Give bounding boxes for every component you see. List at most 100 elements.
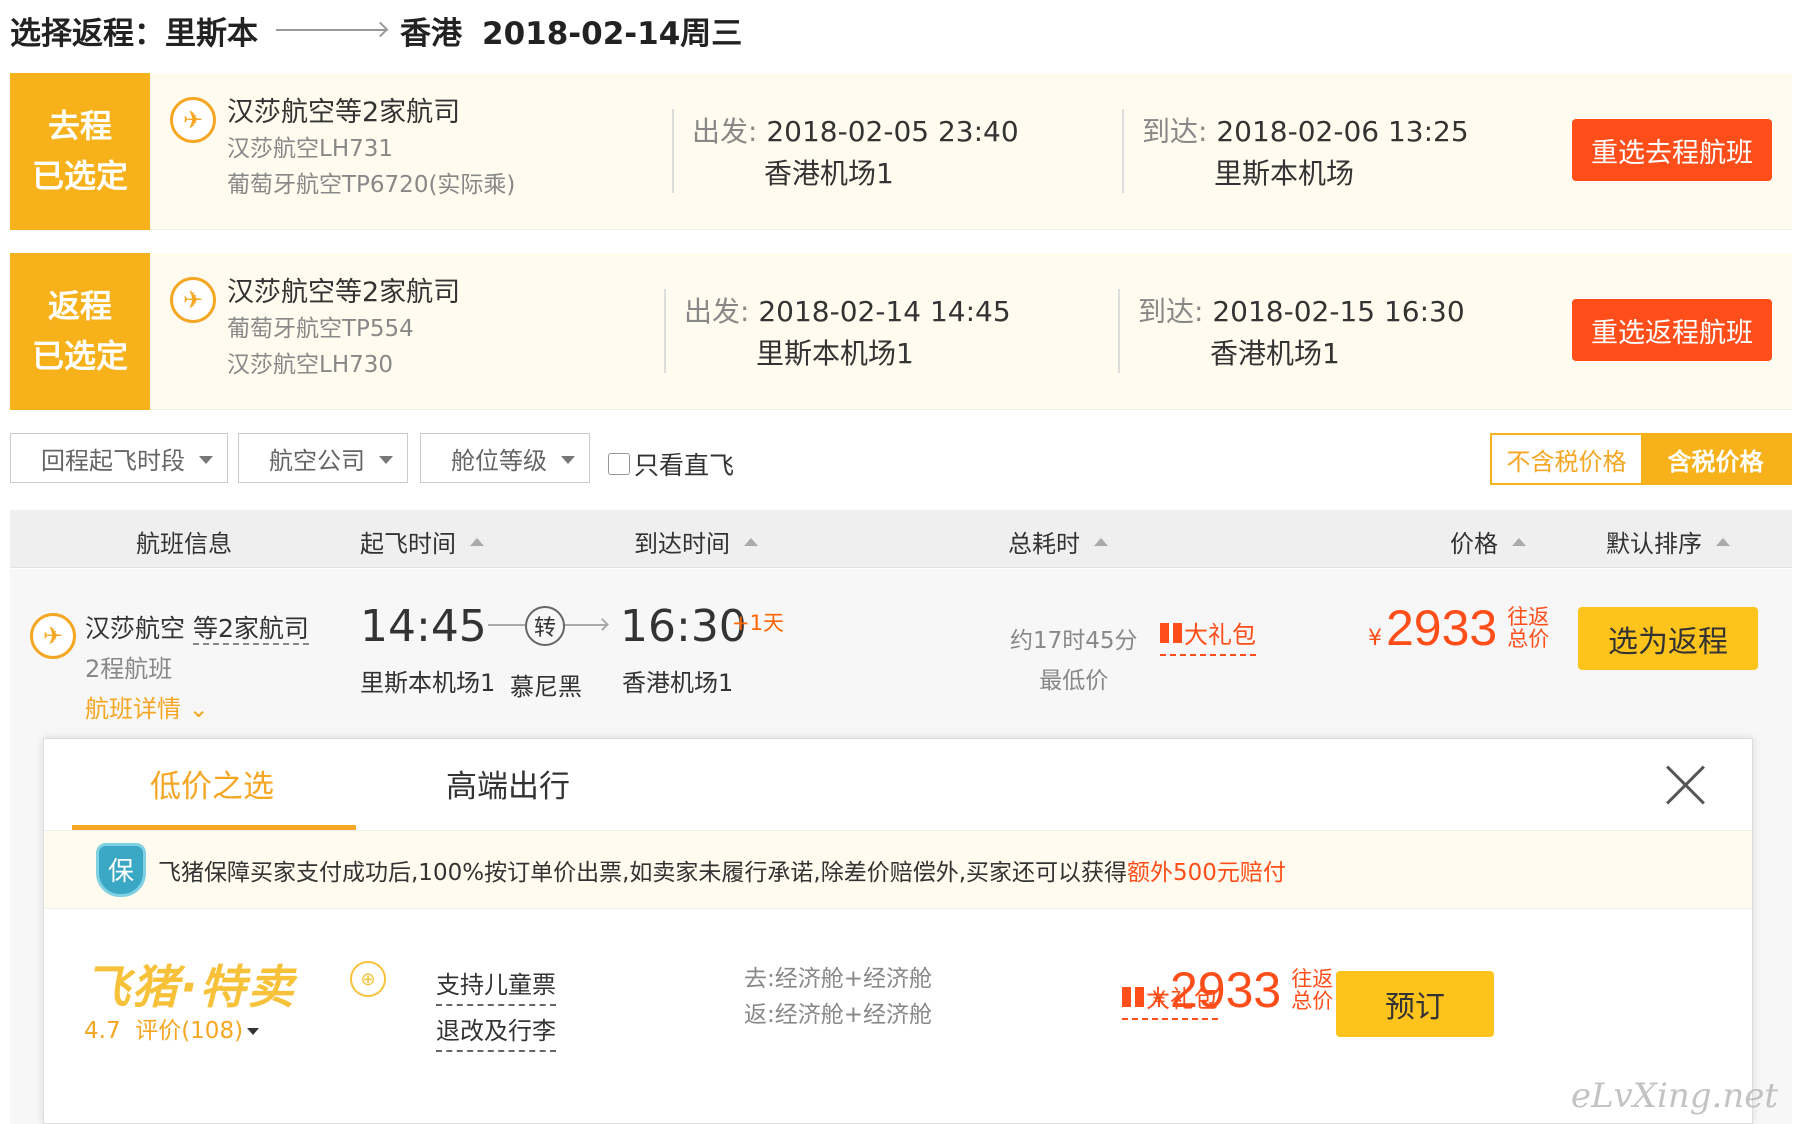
tax-price-toggle: 不含税价格 含税价格 — [1490, 433, 1792, 485]
result-arr-time: 16:30 — [620, 601, 747, 652]
reselect-outbound-button[interactable]: 重选去程航班 — [1572, 119, 1772, 181]
departure-airport: 香港机场1 — [764, 157, 894, 190]
sort-default[interactable]: 默认排序 — [1606, 524, 1730, 559]
page-title: 选择返程： 里斯本 香港 2018-02-14周三 — [10, 8, 742, 52]
divider — [672, 109, 674, 193]
selected-outbound-row: 去程 已选定 ✈ 汉莎航空等2家航司 汉莎航空LH731 葡萄牙航空TP6720… — [10, 73, 1792, 230]
sort-dep-time[interactable]: 起飞时间 — [360, 524, 484, 559]
gift-icon — [1160, 622, 1182, 643]
results-column-header: 航班信息 起飞时间 到达时间 总耗时 价格 默认排序 — [10, 510, 1792, 568]
return-selected-tag: 返程 已选定 — [10, 253, 150, 410]
destination-city: 香港 — [400, 15, 462, 52]
gift-package-link[interactable]: 大礼包 — [1160, 615, 1256, 656]
checkbox-icon[interactable] — [608, 453, 630, 475]
airline-more-link[interactable]: 等2家航司 — [192, 614, 309, 645]
next-day-badge: +1天 — [732, 611, 784, 635]
fare-options-panel: 低价之选 高端出行 保 飞猪保障买家支付成功后,100%按订单价出票,如卖家未履… — [43, 738, 1753, 1124]
caret-down-icon — [247, 1028, 260, 1035]
outbound-arrival: 到达: 2018-02-06 13:25 里斯本机场 — [1142, 111, 1469, 195]
price-incl-tax-option[interactable]: 含税价格 — [1641, 435, 1790, 483]
arrival-time: 2018-02-06 13:25 — [1216, 115, 1469, 148]
fare-tabs: 低价之选 高端出行 — [44, 739, 1752, 831]
sort-up-icon — [1512, 537, 1526, 546]
return-airline-info: 汉莎航空等2家航司 葡萄牙航空TP554 汉莎航空LH730 — [227, 275, 460, 383]
offer-price: ¥ 2933 往返 总价 — [1152, 962, 1334, 1018]
sort-up-icon — [1094, 537, 1108, 546]
airline-logo-icon: ✈ — [30, 613, 76, 659]
legs-count: 2程航班 — [85, 655, 173, 683]
flight-number: 汉莎航空LH730 — [227, 352, 394, 378]
child-ticket-link[interactable]: 支持儿童票 — [436, 965, 556, 1006]
outbound-selected-tag: 去程 已选定 — [10, 73, 150, 230]
airline-logo-icon: ✈ — [170, 277, 216, 323]
outbound-airline-info: 汉莎航空等2家航司 汉莎航空LH731 葡萄牙航空TP6720(实际乘) — [227, 95, 515, 203]
seller-logo: 飞猪·特卖 — [84, 960, 296, 1014]
airline-group: 汉莎航空等2家航司 — [227, 97, 461, 128]
direct-only-checkbox[interactable]: 只看直飞 — [608, 446, 734, 482]
sort-duration[interactable]: 总耗时 — [1008, 524, 1108, 559]
return-date: 2018-02-14周三 — [482, 15, 743, 52]
sort-up-icon — [470, 537, 484, 546]
selected-return-row: 返程 已选定 ✈ 汉莎航空等2家航司 葡萄牙航空TP554 汉莎航空LH730 … — [10, 253, 1792, 410]
caret-down-icon — [199, 456, 213, 464]
caret-down-icon — [561, 456, 575, 464]
cabin-info: 去:经济舱+经济舱 返:经济舱+经济舱 — [744, 966, 933, 1028]
duration-block: 约17时45分 最低价 — [1010, 621, 1138, 701]
lowest-price-tag: 最低价 — [1039, 668, 1109, 694]
departure-time: 2018-02-05 23:40 — [766, 115, 1019, 148]
caret-down-icon — [379, 456, 393, 464]
airline-group: 汉莎航空等2家航司 — [227, 277, 461, 308]
compensation-highlight: 额外500元赔付 — [1127, 859, 1286, 886]
col-flight-info: 航班信息 — [136, 530, 232, 558]
tab-premium[interactable]: 高端出行 — [446, 761, 570, 806]
sort-up-icon — [1716, 537, 1730, 546]
price-value: 2933 — [1170, 962, 1282, 1018]
divider — [1118, 289, 1120, 373]
return-departure: 出发: 2018-02-14 14:45 里斯本机场1 — [684, 291, 1011, 375]
gift-icon — [1122, 986, 1144, 1007]
guarantee-notice: 保 飞猪保障买家支付成功后,100%按订单价出票,如卖家未履行承诺,除差价赔偿外… — [44, 831, 1752, 909]
arrival-airport: 香港机场1 — [1210, 337, 1340, 370]
watermark: eLvXing.net — [1570, 1076, 1778, 1116]
close-icon[interactable] — [1666, 765, 1706, 805]
tab-low-price[interactable]: 低价之选 — [150, 761, 274, 806]
divider — [1122, 109, 1124, 193]
result-airline-info: 汉莎航空 等2家航司 2程航班 航班详情 ⌄ — [85, 609, 309, 729]
sort-arr-time[interactable]: 到达时间 — [634, 524, 758, 559]
arrow-right-icon — [596, 618, 609, 631]
airline-logo-icon: ✈ — [170, 97, 216, 143]
result-arr-airport: 香港机场1 — [622, 669, 734, 697]
origin-city: 里斯本 — [165, 15, 258, 52]
reselect-return-button[interactable]: 重选返程航班 — [1572, 299, 1772, 361]
select-return-button[interactable]: 选为返程 — [1578, 607, 1758, 670]
flight-number: 葡萄牙航空TP554 — [227, 316, 414, 342]
divider — [664, 289, 666, 373]
shield-icon: 保 — [96, 842, 146, 897]
departure-airport: 里斯本机场1 — [756, 337, 914, 370]
outbound-departure: 出发: 2018-02-05 23:40 香港机场1 — [692, 111, 1019, 195]
departure-time: 2018-02-14 14:45 — [758, 295, 1011, 328]
seller-rating[interactable]: 4.7 评价(108) — [84, 1011, 260, 1045]
time-slot-dropdown[interactable]: 回程起飞时段 — [10, 433, 228, 483]
title-label: 选择返程： — [10, 15, 165, 52]
flight-number: 汉莎航空LH731 — [227, 136, 394, 162]
filter-bar: 回程起飞时段 航空公司 舱位等级 只看直飞 不含税价格 含税价格 — [10, 433, 1792, 485]
book-button[interactable]: 预订 — [1336, 971, 1494, 1037]
transfer-icon: 转 — [525, 606, 565, 646]
chevron-down-icon: ⌄ — [188, 695, 209, 723]
flight-number: 葡萄牙航空TP6720(实际乘) — [227, 172, 516, 198]
flight-detail-toggle[interactable]: 航班详情 ⌄ — [85, 689, 309, 729]
cabin-class-dropdown[interactable]: 舱位等级 — [420, 433, 590, 483]
sort-price[interactable]: 价格 — [1450, 524, 1526, 559]
refund-baggage-link[interactable]: 退改及行李 — [436, 1011, 556, 1052]
sort-up-icon — [744, 537, 758, 546]
arrival-airport: 里斯本机场 — [1214, 157, 1355, 190]
price-value: 2933 — [1386, 600, 1498, 656]
active-tab-underline — [72, 825, 356, 830]
airline-dropdown[interactable]: 航空公司 — [238, 433, 408, 483]
return-arrival: 到达: 2018-02-15 16:30 香港机场1 — [1138, 291, 1465, 375]
airline-name: 汉莎航空 — [85, 614, 186, 643]
result-dep-time: 14:45 — [360, 601, 487, 652]
seller-seal-icon: ⊕ — [350, 961, 386, 997]
price-excl-tax-option[interactable]: 不含税价格 — [1492, 435, 1641, 483]
